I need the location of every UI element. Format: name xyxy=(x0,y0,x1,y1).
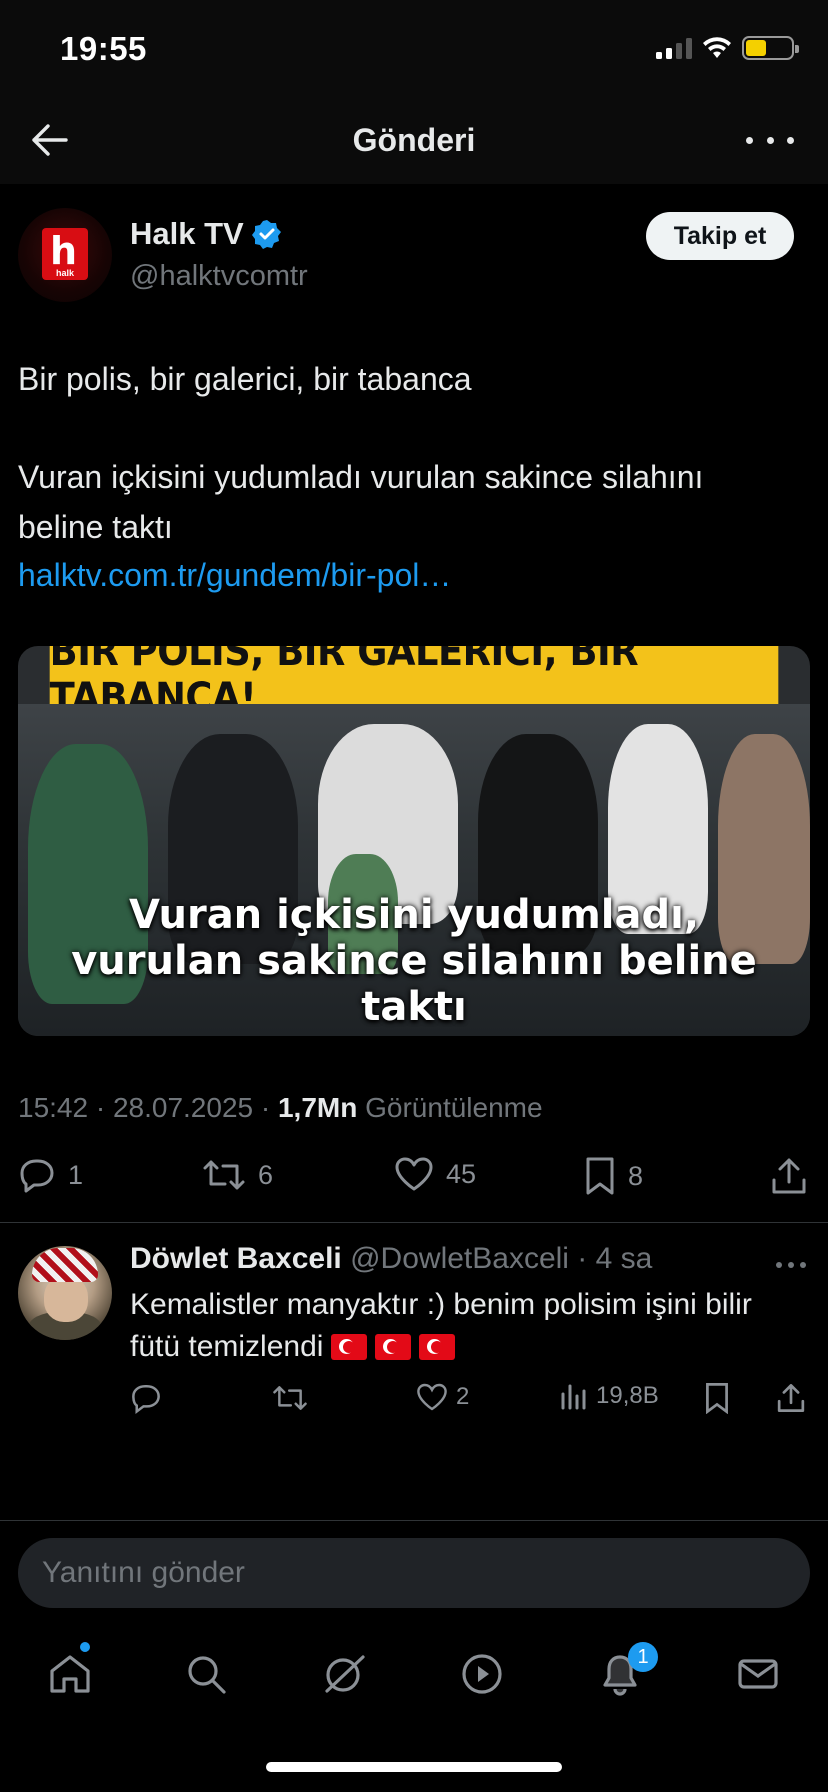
battery-icon xyxy=(742,36,799,60)
turkey-flag-icon xyxy=(419,1334,456,1360)
repost-icon xyxy=(273,1386,307,1410)
bottom-tab-bar xyxy=(0,1620,828,1730)
tab-search[interactable] xyxy=(178,1646,234,1702)
repost-button[interactable]: 6 xyxy=(202,1156,273,1194)
reply-icon xyxy=(132,1384,160,1414)
tab-messages[interactable] xyxy=(730,1646,786,1702)
reply-button[interactable]: 1 xyxy=(18,1156,83,1194)
bookmark-icon xyxy=(706,1383,728,1414)
share-icon xyxy=(772,1158,806,1194)
repost-icon xyxy=(203,1160,245,1190)
author-name[interactable]: Halk TV xyxy=(130,216,282,252)
post-actions: 1 6 45 8 xyxy=(18,1156,810,1204)
reply-bookmark-button[interactable] xyxy=(704,1382,730,1414)
reply-views-button[interactable]: 19,8B xyxy=(560,1382,659,1410)
post-text-line: beline taktı xyxy=(18,509,173,545)
share-button[interactable] xyxy=(770,1156,808,1196)
home-indicator[interactable] xyxy=(266,1762,562,1772)
reply-avatar[interactable] xyxy=(18,1246,112,1340)
media-scene: Vuran içkisini yudumladı, vurulan sakinc… xyxy=(18,704,810,1036)
post-text-line: Bir polis, bir galerici, bir tabanca xyxy=(18,361,472,397)
mail-icon xyxy=(738,1659,778,1689)
verified-badge-icon xyxy=(251,220,281,249)
reply-author[interactable]: Döwlet Baxceli @DowletBaxceli · 4 sa xyxy=(130,1242,652,1276)
follow-button[interactable]: Takip et xyxy=(646,212,794,260)
reply-compose[interactable] xyxy=(18,1538,810,1608)
heart-icon xyxy=(395,1157,433,1191)
tab-video[interactable] xyxy=(454,1646,510,1702)
more-options-button[interactable] xyxy=(746,122,794,158)
reply-name: Döwlet Baxceli xyxy=(130,1242,342,1275)
reply-reply-button[interactable] xyxy=(130,1382,162,1414)
bookmark-button[interactable]: 8 xyxy=(584,1156,643,1196)
home-icon xyxy=(50,1655,90,1693)
tab-home[interactable] xyxy=(42,1646,98,1702)
status-icons xyxy=(656,36,799,60)
share-icon xyxy=(777,1384,805,1412)
reply-text: Kemalistler manyaktır :) benim polisim i… xyxy=(130,1288,752,1363)
play-icon xyxy=(462,1654,502,1694)
turkey-flag-icon xyxy=(375,1334,412,1360)
home-unread-dot xyxy=(80,1642,90,1652)
reply-handle: @DowletBaxceli · 4 sa xyxy=(350,1242,653,1275)
author-handle[interactable]: @halktvcomtr xyxy=(130,260,308,293)
reply-more-button[interactable] xyxy=(776,1262,806,1268)
reply-icon xyxy=(20,1159,54,1193)
reply-actions: 2 19,8B xyxy=(130,1382,810,1422)
turkey-flag-icon xyxy=(331,1334,368,1360)
reply-like-button[interactable]: 2 xyxy=(416,1382,469,1412)
media-banner: BİR POLİS, BİR GALERİCİ, BİR TABANCA! xyxy=(49,646,779,721)
grok-icon xyxy=(325,1655,365,1693)
post-link[interactable]: halktv.com.tr/gundem/bir-pol… xyxy=(18,550,451,600)
post-text-line: Vuran içkisini yudumladı vurulan sakince… xyxy=(18,459,704,495)
tab-grok[interactable] xyxy=(316,1646,372,1702)
post-media-image[interactable]: BİR POLİS, BİR GALERİCİ, BİR TABANCA! Vu… xyxy=(18,646,810,1036)
status-bar: 19:55 xyxy=(0,0,828,100)
post-meta: 15:42 · 28.07.2025 · 1,7Mn Görüntülenme xyxy=(18,1092,543,1124)
wifi-icon xyxy=(703,37,731,58)
author-avatar[interactable]: h halk xyxy=(18,208,112,302)
top-nav: Gönderi xyxy=(0,100,828,184)
media-caption: Vuran içkisini yudumladı, vurulan sakinc… xyxy=(71,892,757,1030)
views-chart-icon xyxy=(561,1384,586,1410)
page-title: Gönderi xyxy=(352,122,476,158)
view-label: Görüntülenme xyxy=(357,1092,543,1123)
heart-icon xyxy=(417,1383,447,1411)
bookmark-icon xyxy=(586,1157,614,1195)
signal-icon xyxy=(656,37,692,59)
status-time: 19:55 xyxy=(60,30,147,67)
view-count: 1,7Mn xyxy=(277,1092,358,1123)
notifications-badge: 1 xyxy=(628,1642,658,1672)
divider xyxy=(0,1520,828,1521)
halktv-logo: h halk xyxy=(42,228,88,280)
like-button[interactable]: 45 xyxy=(394,1156,476,1192)
reply-share-button[interactable] xyxy=(776,1382,806,1414)
post-timestamp: 15:42 · 28.07.2025 · xyxy=(18,1092,278,1123)
reply-input[interactable] xyxy=(42,1538,782,1608)
divider xyxy=(0,1222,828,1223)
search-icon xyxy=(188,1656,226,1694)
reply-repost-button[interactable] xyxy=(272,1382,308,1414)
